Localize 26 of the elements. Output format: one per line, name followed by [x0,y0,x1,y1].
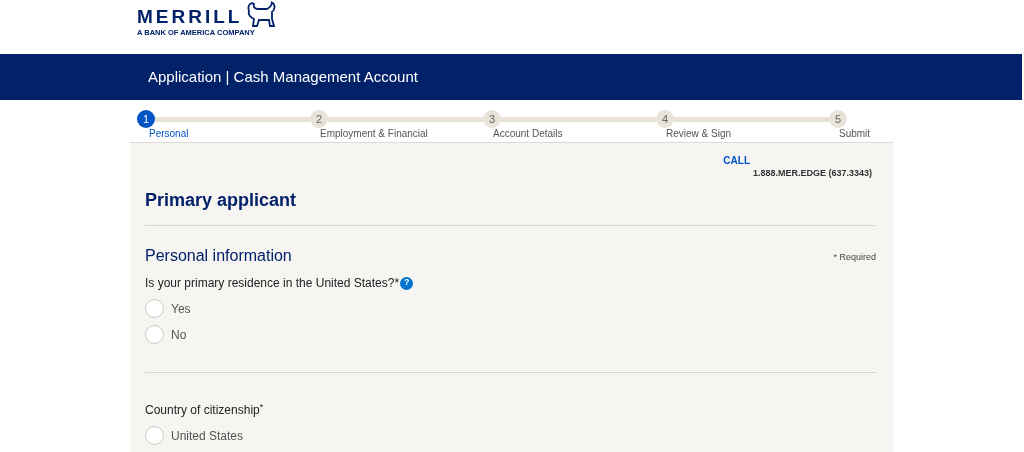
step-number: 4 [656,110,674,128]
option-label: Yes [171,300,191,318]
step-number: 3 [483,110,501,128]
step-label[interactable]: Submit [829,128,884,140]
banner-title: Application | Cash Management Account [148,66,418,87]
step-label[interactable]: Employment & Financial [310,128,483,140]
logo-wordmark: MERRILL [137,7,243,27]
step-number: 2 [310,110,328,128]
question-label: Country of citizenship$^{*}$ [145,401,264,419]
radio-button[interactable] [145,426,164,445]
step-label[interactable]: Account Details [483,128,656,140]
option-label: United States [171,427,244,445]
step-label[interactable]: Personal [137,128,310,140]
step-number: 1 [137,110,155,128]
step-label[interactable]: Review & Sign [656,128,829,140]
subsection-heading: Personal information [145,246,292,266]
step-number: 5 [829,110,847,128]
call-link[interactable]: CALL [723,155,750,167]
radio-button[interactable] [145,325,164,344]
required-note: * Required [833,250,876,264]
phone-number: 1.888.MER.EDGE (637.3343) [752,167,872,179]
help-icon[interactable]: ? [400,276,414,290]
question-label: Is your primary residence in the United States?* [145,275,400,292]
radio-button[interactable] [145,299,164,318]
section-heading: Primary applicant [145,189,298,212]
option-label: No [171,326,187,344]
